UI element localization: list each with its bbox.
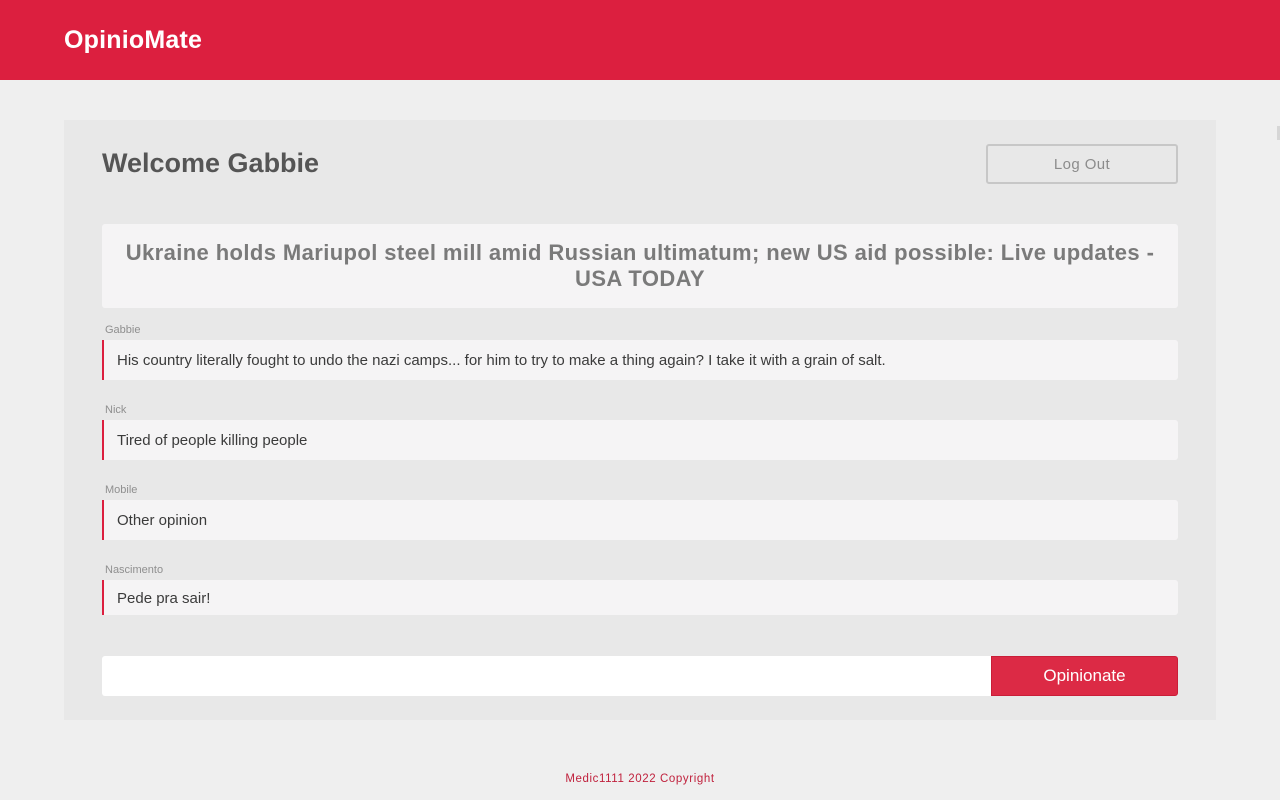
news-headline: Ukraine holds Mariupol steel mill amid R… [125, 240, 1155, 291]
opinionate-button[interactable]: Opinionate [991, 656, 1178, 696]
brand-logo[interactable]: OpinioMate [64, 26, 202, 55]
comment-author: Gabbie [105, 324, 141, 336]
opinion-panel: Welcome Gabbie Log Out Ukraine holds Mar… [64, 120, 1216, 720]
comment-text: Other opinion [117, 511, 208, 529]
comment-text: Pede pra sair! [117, 590, 211, 607]
footer-copyright: Medic1111 2022 Copyright [565, 773, 715, 785]
welcome-heading: Welcome Gabbie [102, 148, 320, 178]
comment-text: Tired of people killing people [117, 431, 308, 449]
comment-item: Pede pra sair! [102, 580, 1178, 615]
logout-button[interactable]: Log Out [986, 144, 1178, 184]
comment-text: His country literally fought to undo the… [117, 351, 886, 369]
comment-item: Tired of people killing people [102, 420, 1178, 460]
comment-item: His country literally fought to undo the… [102, 340, 1178, 380]
comment-author: Nick [105, 404, 127, 416]
comment-author: Mobile [105, 484, 138, 496]
top-navbar: OpinioMate [0, 0, 1280, 80]
opinion-composer: Opinionate [102, 656, 1178, 696]
headline-card: Ukraine holds Mariupol steel mill amid R… [102, 224, 1178, 308]
comment-author: Nascimento [105, 564, 164, 576]
opinion-input[interactable] [102, 656, 992, 696]
comment-item: Other opinion [102, 500, 1178, 540]
